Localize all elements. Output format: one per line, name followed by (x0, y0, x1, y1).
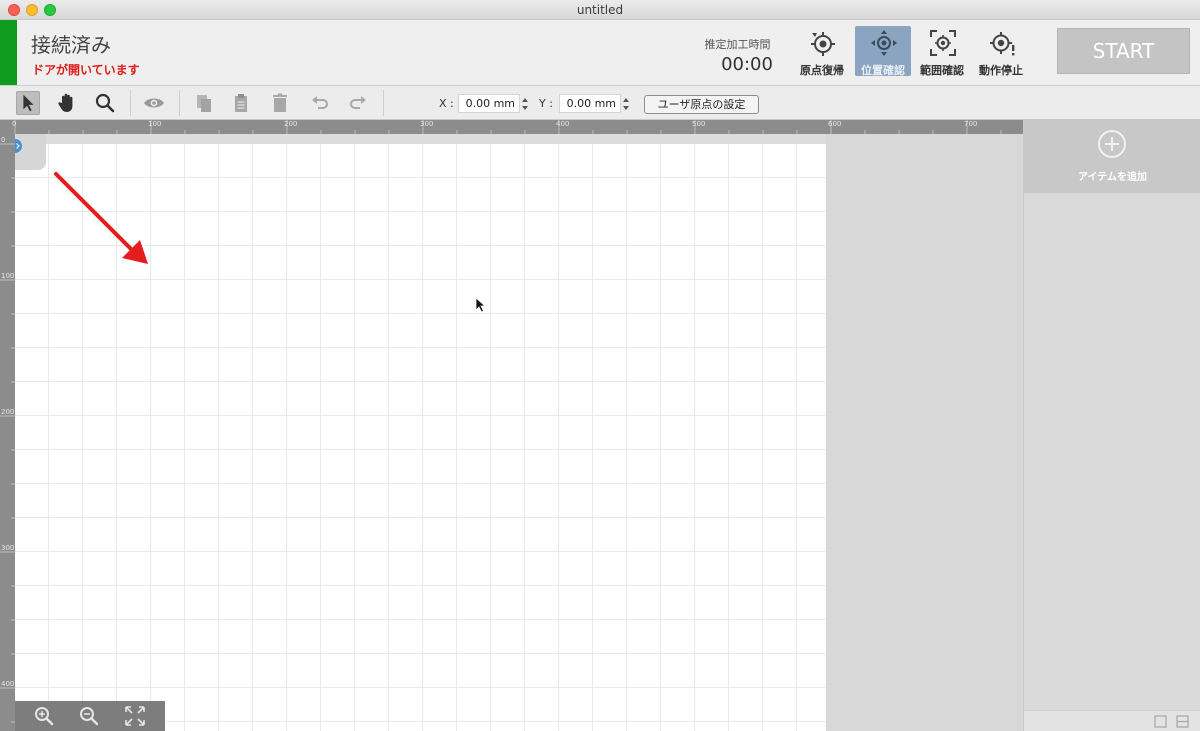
zoom-in-icon[interactable] (33, 705, 55, 727)
magnifier-icon (95, 93, 115, 113)
y-stepper-icon[interactable] (622, 95, 630, 113)
item-panel: アイテムを追加 (1023, 120, 1200, 731)
ruler-label: 100 (148, 120, 162, 128)
add-item-label: アイテムを追加 (1078, 172, 1147, 183)
ruler-label: 300 (1, 544, 15, 552)
range-check-button[interactable]: 範囲確認 (914, 26, 970, 77)
set-user-origin-button[interactable]: ユーザ原点の設定 (644, 95, 759, 114)
position-check-icon (871, 30, 897, 56)
add-circle-icon (1098, 130, 1126, 158)
redo-button[interactable] (346, 91, 370, 115)
fit-to-screen-icon[interactable] (124, 705, 146, 727)
panel-footer (1024, 710, 1200, 731)
title-bar: untitled (0, 0, 1200, 20)
app-window: untitled 接続済み ドアが開いています 推定加工時間 00:00 原点復… (0, 0, 1200, 731)
ruler-label: 300 (420, 120, 434, 128)
home-target-icon (811, 32, 835, 56)
ruler-label: 100 (1, 272, 15, 280)
home-return-label: 原点復帰 (800, 64, 844, 77)
redo-icon (350, 96, 366, 109)
ruler-label: 0 (1, 136, 6, 144)
annotation-arrow-icon (54, 172, 148, 264)
copy-button[interactable] (192, 91, 216, 115)
machine-header: 接続済み ドアが開いています 推定加工時間 00:00 原点復帰 位置確認 範囲… (0, 20, 1200, 86)
zoom-out-icon[interactable] (78, 705, 100, 727)
pointer-arrow-icon (23, 94, 34, 112)
window-title: untitled (576, 3, 624, 17)
stop-operation-button[interactable]: 動作停止 (973, 26, 1029, 77)
preview-button[interactable] (142, 91, 166, 115)
position-check-label: 位置確認 (861, 64, 905, 77)
hand-tool-button[interactable] (55, 91, 79, 115)
y-coordinate-input[interactable]: 0.00 mm (559, 94, 621, 113)
ruler-label: 200 (284, 120, 298, 128)
vertical-ruler: 0 100 200 300 400 (0, 134, 15, 731)
x-coordinate-input[interactable]: 0.00 mm (458, 94, 520, 113)
start-button[interactable]: START (1057, 28, 1190, 74)
hand-icon (58, 93, 73, 112)
paste-button[interactable] (229, 91, 253, 115)
delete-button[interactable] (268, 91, 292, 115)
range-check-label: 範囲確認 (920, 64, 964, 77)
ruler-label: 600 (828, 120, 842, 128)
trash-icon (273, 93, 287, 112)
range-check-icon (930, 30, 956, 56)
home-return-button[interactable]: 原点復帰 (794, 26, 850, 77)
position-check-button[interactable]: 位置確認 (855, 26, 911, 77)
estimated-time-label: 推定加工時間 (704, 38, 771, 51)
layer-panel-toggle[interactable] (15, 134, 46, 170)
zoom-controls (15, 701, 165, 731)
edit-toolbar: X : 0.00 mm Y : 0.00 mm ユーザ原点の設定 (0, 87, 1200, 120)
horizontal-ruler: 0 100 200 300 400 500 600 700 (0, 120, 1023, 134)
expand-icon (15, 139, 22, 153)
ruler-label: 200 (1, 408, 15, 416)
clipboard-icon (235, 94, 247, 112)
stop-target-icon (990, 32, 1015, 56)
y-coordinate-label: Y : (539, 97, 553, 110)
connection-status-text: 接続済み (31, 33, 111, 57)
select-tool-button[interactable] (16, 91, 40, 115)
mouse-cursor-icon (475, 297, 487, 313)
split-view-icon[interactable] (1176, 715, 1189, 728)
undo-button[interactable] (308, 91, 332, 115)
ruler-label: 0 (12, 120, 17, 128)
stop-operation-label: 動作停止 (979, 64, 1023, 77)
add-item-button[interactable]: アイテムを追加 (1024, 120, 1200, 193)
single-view-icon[interactable] (1154, 715, 1167, 728)
zoom-tool-button[interactable] (93, 91, 117, 115)
estimated-time-value: 00:00 (721, 54, 773, 75)
workspace (15, 134, 1023, 731)
ruler-label: 400 (556, 120, 570, 128)
undo-icon (312, 96, 328, 109)
toolbar-separator (383, 90, 384, 116)
toolbar-separator (179, 90, 180, 116)
copy-icon (197, 95, 211, 112)
toolbar-separator (130, 90, 131, 116)
door-warning-text: ドアが開いています (32, 63, 140, 77)
connection-status-indicator (0, 20, 17, 85)
x-stepper-icon[interactable] (521, 95, 529, 113)
ruler-ticks (0, 143, 15, 723)
x-coordinate-label: X : (439, 97, 454, 110)
eye-icon (144, 98, 164, 108)
ruler-label: 700 (964, 120, 978, 128)
ruler-label: 500 (692, 120, 706, 128)
ruler-label: 400 (1, 680, 15, 688)
work-area-top-strip (15, 134, 826, 144)
